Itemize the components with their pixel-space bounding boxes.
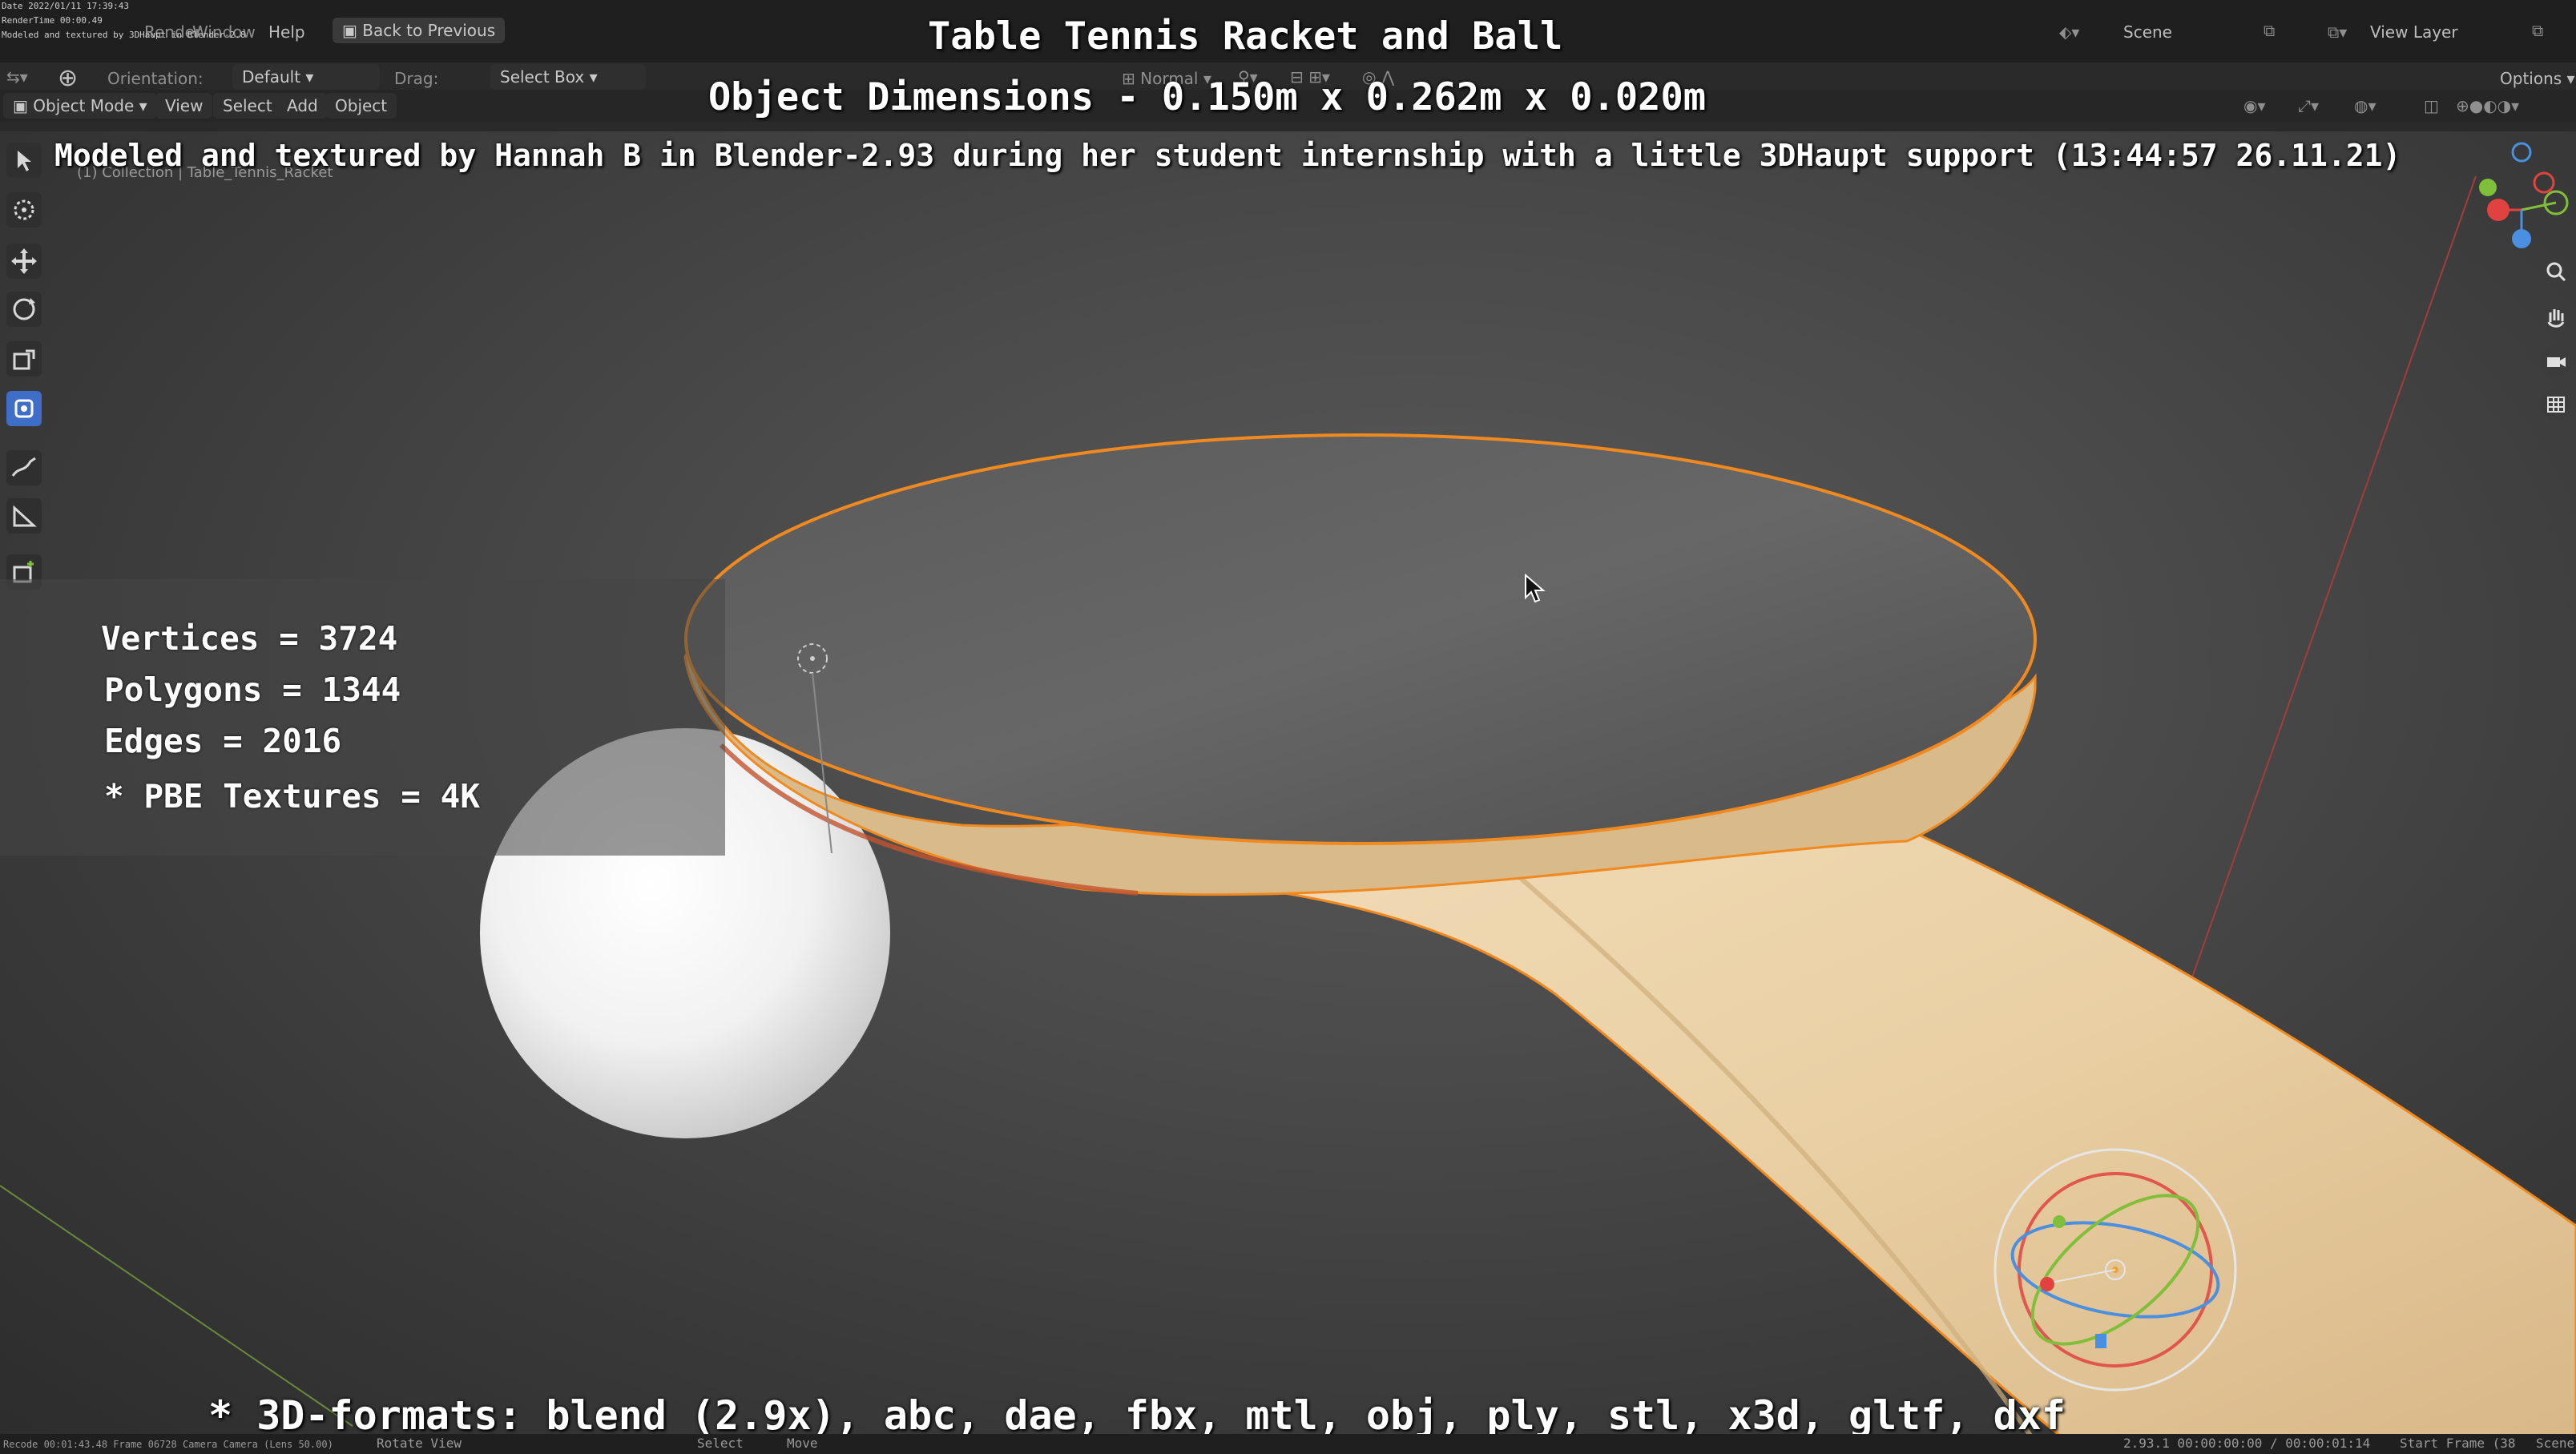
status-start-frame: Start Frame (38 bbox=[2400, 1436, 2516, 1451]
menu-object[interactable]: Object bbox=[325, 93, 397, 119]
status-bar: Recode 00:01:43.48 Frame 06728 Camera Ca… bbox=[0, 1434, 2576, 1454]
orientation-dropdown[interactable]: Default ▾ bbox=[232, 64, 380, 90]
mouse-cursor-icon bbox=[1525, 574, 1546, 603]
status-left: Recode 00:01:43.48 Frame 06728 Camera Ca… bbox=[3, 1439, 333, 1450]
options-label: Options bbox=[2500, 69, 2562, 88]
orientation-value: Default bbox=[242, 67, 301, 87]
racket-handle[interactable] bbox=[1121, 808, 2576, 1454]
scene-icon[interactable]: ⬖▾ bbox=[2059, 22, 2079, 42]
status-version: 2.93.1 00:00:00:00 / 00:00:01:14 bbox=[2123, 1436, 2371, 1451]
transform-tool-icon[interactable] bbox=[6, 391, 42, 426]
recorder-rendertime: RenderTime 00:00.49 bbox=[2, 15, 103, 26]
racket-face[interactable] bbox=[684, 433, 2037, 845]
navigation-gizmo[interactable] bbox=[2479, 142, 2569, 248]
status-scene: Scene bbox=[2536, 1436, 2575, 1451]
overlay-formats: * 3D-formats: blend (2.9x), abc, dae, fb… bbox=[208, 1392, 2066, 1439]
back-icon: ▣ bbox=[342, 21, 363, 40]
camera-icon[interactable] bbox=[2541, 346, 2571, 377]
object-mode-icon: ▣ bbox=[13, 96, 34, 115]
recorder-note: Modeled and textured by 3DHaupt in Blend… bbox=[2, 30, 246, 40]
drag-dropdown[interactable]: Select Box ▾ bbox=[490, 64, 646, 90]
cursor-tool-icon[interactable] bbox=[6, 192, 42, 228]
pan-hand-icon[interactable] bbox=[2541, 301, 2571, 332]
menu-view[interactable]: View bbox=[155, 93, 213, 119]
menu-select[interactable]: Select bbox=[213, 93, 282, 119]
recorder-date: Date 2022/01/11 17:39:43 bbox=[2, 1, 129, 11]
zoom-icon[interactable] bbox=[2541, 256, 2571, 287]
edges-stat: Edges = 2016 bbox=[104, 722, 342, 760]
ortho-grid-icon[interactable] bbox=[2541, 389, 2571, 420]
menu-add[interactable]: Add bbox=[277, 93, 328, 119]
left-toolbar bbox=[0, 131, 50, 612]
visibility-icon[interactable]: ◉▾ bbox=[2243, 96, 2266, 115]
textures-stat: * PBE Textures = 4K bbox=[104, 777, 480, 816]
menu-help[interactable]: Help bbox=[268, 22, 305, 42]
shading-modes-icon[interactable]: ⊕●◐◑▾ bbox=[2456, 96, 2519, 115]
x-axis-line bbox=[2179, 175, 2477, 1014]
mode-value: Object Mode bbox=[33, 96, 135, 115]
gizmo-toggle-icon[interactable]: ⤢▾ bbox=[2298, 96, 2319, 115]
overlay-toggle-icon[interactable]: ◍▾ bbox=[2354, 96, 2376, 115]
xray-icon[interactable]: ◫ bbox=[2424, 96, 2439, 115]
annotate-tool-icon[interactable] bbox=[6, 450, 42, 485]
status-rotate-view: Rotate View bbox=[377, 1436, 462, 1451]
tool-dropdown-icon[interactable]: ⇆▾ bbox=[6, 67, 28, 87]
view-layer-icon[interactable]: ⧉▾ bbox=[2328, 22, 2347, 42]
overlay-dimensions: Object Dimensions - 0.150m x 0.262m x 0.… bbox=[708, 75, 1707, 119]
new-scene-icon[interactable]: ⧉ bbox=[2264, 21, 2275, 40]
overlay-title: Table Tennis Racket and Ball bbox=[928, 14, 1563, 58]
status-move: Move bbox=[787, 1436, 818, 1451]
orientation-label: Orientation: bbox=[107, 69, 204, 88]
status-select: Select bbox=[697, 1436, 744, 1451]
drag-value: Select Box bbox=[500, 67, 585, 87]
rotate-tool-icon[interactable] bbox=[6, 292, 42, 327]
new-view-layer-icon[interactable]: ⧉ bbox=[2532, 21, 2543, 40]
drag-label: Drag: bbox=[394, 69, 439, 88]
options-dropdown[interactable]: Options ▾ bbox=[2500, 69, 2575, 88]
measure-tool-icon[interactable] bbox=[6, 498, 42, 534]
scene-selector[interactable]: Scene bbox=[2123, 22, 2172, 42]
move-tool-icon[interactable] bbox=[6, 244, 42, 279]
active-tool-icon[interactable]: ⊕ bbox=[58, 64, 78, 92]
scale-tool-icon[interactable] bbox=[6, 341, 42, 377]
select-tool-icon[interactable] bbox=[6, 143, 42, 178]
polygons-stat: Polygons = 1344 bbox=[104, 671, 401, 709]
3d-viewport[interactable]: Render Window Help ▣ Back to Previous ⬖▾… bbox=[0, 0, 2576, 1454]
back-to-previous-button[interactable]: ▣ Back to Previous bbox=[333, 18, 506, 43]
y-axis-line bbox=[0, 1185, 353, 1427]
view-layer-selector[interactable]: View Layer bbox=[2370, 22, 2458, 42]
mode-dropdown[interactable]: ▣ Object Mode ▾ bbox=[3, 93, 157, 119]
back-label: Back to Previous bbox=[362, 21, 496, 40]
vertices-stat: Vertices = 3724 bbox=[101, 619, 398, 658]
overlay-credit: Modeled and textured by Hannah B in Blen… bbox=[54, 138, 2401, 173]
